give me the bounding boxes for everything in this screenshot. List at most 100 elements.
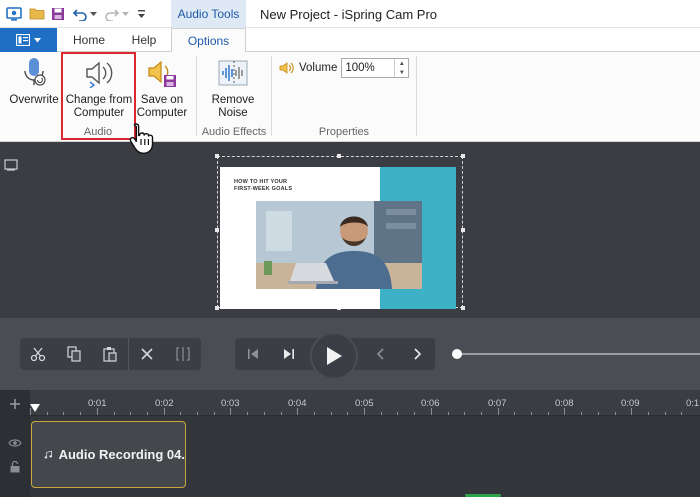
group-separator (271, 56, 272, 136)
ruler-tick (430, 408, 432, 415)
group-label-audio-effects: Audio Effects (201, 126, 267, 138)
spin-down-icon[interactable]: ▼ (395, 68, 408, 77)
split-icon (176, 347, 190, 361)
noise-waveform-icon (216, 56, 250, 90)
title-bar: Audio Tools New Project - iSpring Cam Pr… (0, 0, 700, 28)
resize-handle[interactable] (461, 154, 465, 158)
ruler-tick (63, 412, 65, 415)
ruler-tick (247, 412, 249, 415)
ruler-tick (681, 412, 683, 415)
previous-frame-button[interactable] (363, 338, 399, 370)
lock-icon[interactable] (9, 460, 21, 476)
resize-handle[interactable] (215, 306, 219, 310)
ruler-tick (263, 412, 265, 415)
ruler-tick (447, 412, 449, 415)
seek-knob[interactable] (452, 349, 462, 359)
timeline-ruler[interactable]: 0:01 0:02 0:03 0:04 0:05 0:06 0:07 0:08 … (30, 390, 700, 416)
man-with-laptop-image (256, 201, 422, 289)
ribbon-tabs: Home Help Options (0, 28, 700, 53)
customize-toolbar-icon[interactable] (137, 6, 146, 22)
chevron-right-icon (414, 348, 422, 360)
slide-title-line-2: FIRST-WEEK GOALS (234, 186, 293, 192)
play-icon (327, 347, 342, 365)
ruler-tick (230, 408, 232, 415)
tab-home[interactable]: Home (62, 28, 116, 52)
ruler-tick (480, 412, 482, 415)
save-icon[interactable] (51, 6, 65, 22)
group-separator (416, 56, 417, 136)
seek-bar[interactable] (456, 353, 700, 355)
go-to-start-button[interactable] (235, 338, 271, 370)
ruler-tick (197, 412, 198, 415)
spin-up-icon[interactable]: ▲ (395, 59, 408, 68)
hand-pointer-icon (128, 122, 154, 157)
tab-help[interactable]: Help (118, 28, 170, 52)
save-on-computer-button[interactable]: Save on Computer (134, 56, 190, 120)
microphone-icon (17, 56, 51, 90)
ruler-tick (464, 412, 466, 415)
delete-x-icon (141, 348, 153, 360)
split-button[interactable] (165, 338, 201, 370)
chevron-left-icon (376, 348, 384, 360)
file-menu-button[interactable] (0, 28, 57, 52)
paste-icon (103, 347, 117, 362)
ruler-tick (46, 412, 48, 415)
volume-label: Volume (299, 62, 338, 74)
ruler-tick (130, 412, 132, 415)
open-folder-icon[interactable] (29, 6, 46, 22)
copy-button[interactable] (56, 338, 92, 370)
ruler-tick (364, 408, 365, 415)
ruler-tick (297, 408, 299, 415)
volume-spinner[interactable]: ▲ ▼ (394, 59, 408, 77)
ruler-tick (280, 412, 282, 415)
remove-noise-label-1: Remove (211, 94, 255, 106)
chevron-down-icon (34, 37, 41, 42)
visibility-eye-icon[interactable] (8, 437, 22, 451)
audio-clip[interactable]: Audio Recording 04. (31, 421, 186, 488)
overwrite-button[interactable]: Overwrite (6, 56, 62, 107)
delete-button[interactable] (129, 338, 165, 370)
ruler-tick (581, 412, 583, 415)
audio-tools-context-tab: Audio Tools (171, 0, 246, 28)
cut-button[interactable] (20, 338, 56, 370)
undo-dropdown-icon[interactable] (90, 6, 97, 22)
skip-start-icon (248, 349, 258, 359)
group-label-properties: Properties (318, 126, 370, 138)
remove-noise-button[interactable]: Remove Noise (205, 56, 261, 120)
resize-handle[interactable] (461, 306, 465, 310)
ruler-tick (146, 412, 148, 415)
group-label-audio: Audio (83, 126, 113, 138)
redo-icon[interactable] (104, 6, 120, 22)
ruler-tick (531, 412, 532, 415)
next-frame-button[interactable] (399, 338, 435, 370)
copy-icon (67, 346, 81, 362)
play-button[interactable] (310, 332, 358, 380)
undo-icon[interactable] (72, 6, 88, 22)
resize-handle[interactable] (215, 154, 219, 158)
timeline-panel: 0:01 0:02 0:03 0:04 0:05 0:06 0:07 0:08 … (0, 390, 700, 497)
playhead-marker[interactable] (30, 404, 40, 412)
pan-tool-icon[interactable] (4, 158, 18, 175)
redo-dropdown-icon[interactable] (122, 6, 129, 22)
remove-noise-label-2: Noise (218, 107, 248, 119)
resize-handle[interactable] (215, 228, 219, 232)
slide-photo (256, 201, 422, 289)
ruler-tick (631, 408, 633, 415)
paste-button[interactable] (92, 338, 128, 370)
speaker-save-icon (145, 56, 179, 90)
ruler-tick (163, 408, 165, 415)
music-note-icon (44, 450, 53, 458)
ruler-tick (313, 412, 315, 415)
resize-handle[interactable] (461, 228, 465, 232)
ruler-tick (113, 412, 115, 415)
file-menu-icon (16, 34, 30, 46)
ruler-tick (96, 408, 98, 415)
add-track-icon[interactable] (9, 398, 21, 413)
volume-value: 100% (345, 62, 375, 74)
go-to-end-button[interactable] (271, 338, 307, 370)
ruler-tick (414, 412, 416, 415)
ruler-tick (397, 412, 399, 415)
resize-handle[interactable] (337, 154, 341, 158)
tab-options[interactable]: Options (171, 28, 246, 53)
volume-input[interactable]: 100% ▲ ▼ (341, 58, 410, 78)
